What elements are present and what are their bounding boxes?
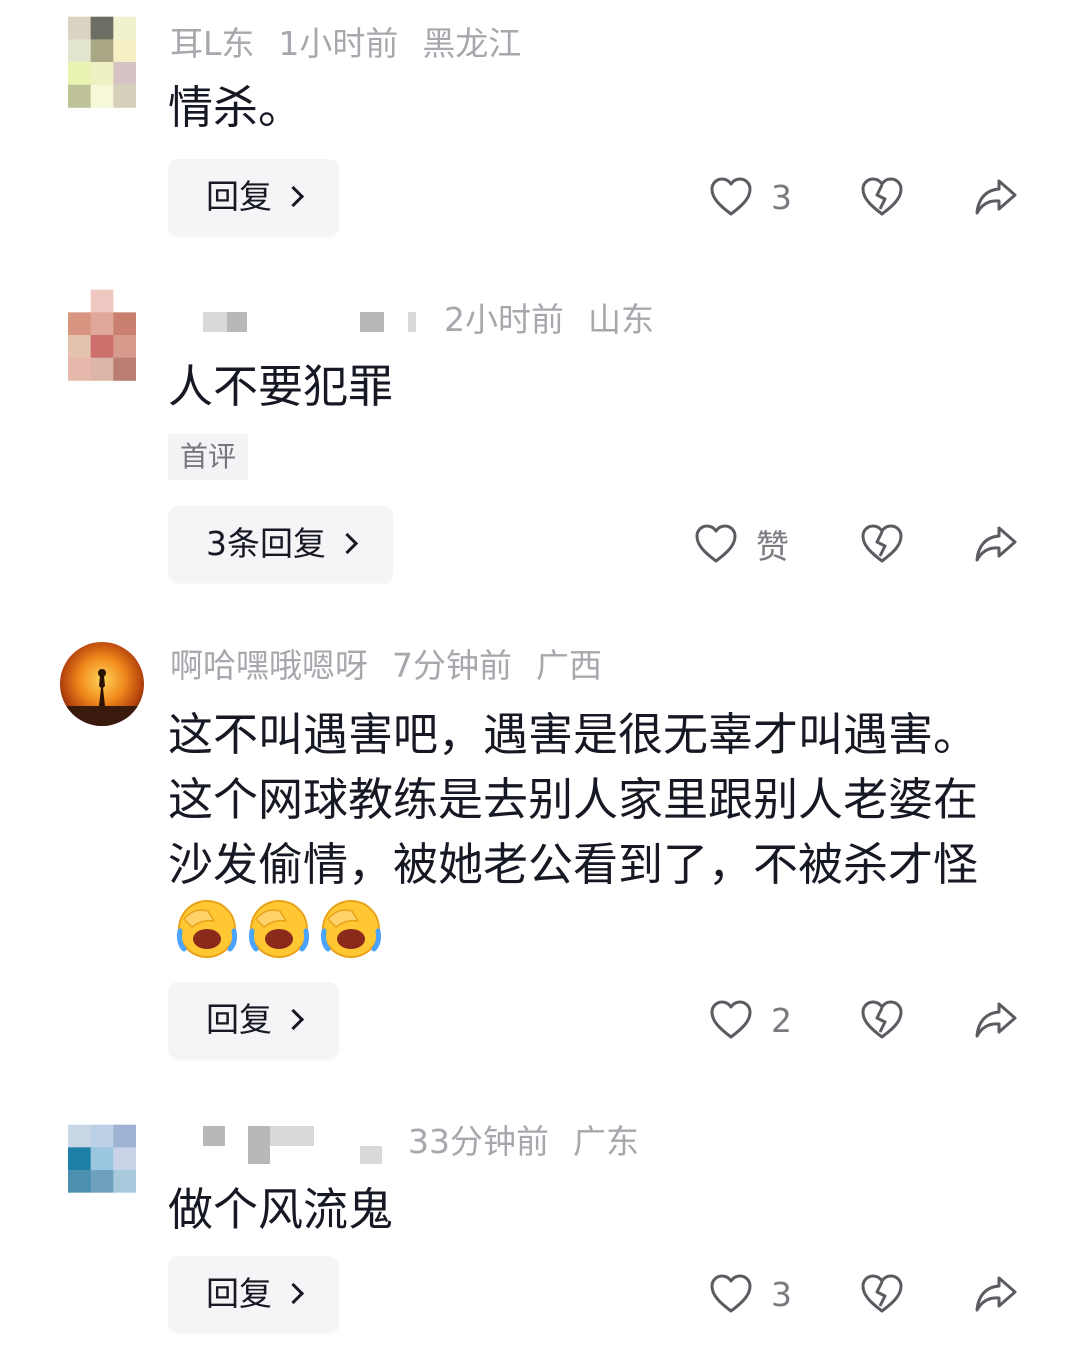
broken-heart-icon [861,1000,903,1039]
avatar-pixel [113,1192,137,1216]
avatar-pixel [68,335,92,359]
avatar-pixel [90,1124,114,1148]
avatar-pixel [68,289,92,313]
avatar-pixel [68,1170,92,1194]
avatar-pixel [68,357,92,381]
avatar-pixel [68,84,92,108]
avatar-pixel [113,289,137,313]
broken-heart-icon [861,524,903,563]
timestamp: 33分钟前 [408,1122,549,1161]
avatar-pixel [90,335,114,359]
avatar-pixel [90,357,114,381]
comment-meta: 啊哈嘿哦嗯呀 7分钟前 广西 [170,644,626,688]
avatar-pixel [113,84,137,108]
heart-icon [695,524,737,563]
like-count: 2 [771,1000,792,1040]
avatar-pixel [113,357,137,381]
avatar-pixel [113,335,137,359]
avatar-image [68,289,137,381]
avatar-pixel [113,1124,137,1148]
avatar[interactable] [60,642,144,726]
facepalm-laugh-icon [318,897,384,959]
comment-meta: 耳L东 1小时前 黑龙江 [170,22,545,66]
avatar[interactable] [68,16,137,108]
comment-item: 啊哈嘿哦嗯呀 7分钟前 广西 这不叫遇害吧，遇害是很无辜才叫遇害。这个网球教练是去别… [0,620,1080,1100]
share-arrow-icon [975,179,1017,215]
comment-text: 这不叫遇害吧，遇害是很无辜才叫遇害。这个网球教练是去别人家里跟别人老婆在沙发偷情… [168,702,998,964]
location: 广西 [536,646,602,685]
facepalm-laugh-icon [174,897,240,959]
like-count: 3 [771,1274,792,1314]
dislike-button[interactable] [860,159,904,235]
comment-text-content: 这不叫遇害吧，遇害是很无辜才叫遇害。这个网球教练是去别人家里跟别人老婆在沙发偷情… [168,708,979,891]
comment-meta: 33分钟前 广东 [408,1120,663,1164]
like-button[interactable]: 赞 [694,506,789,582]
avatar-pixel [90,1170,114,1194]
avatar-pixel [90,312,114,336]
avatar[interactable] [68,289,137,381]
location: 黑龙江 [422,24,522,63]
avatar-pixel [90,62,114,86]
avatar-image [68,16,137,108]
like-button[interactable]: 2 [709,982,792,1058]
avatar-pixel [90,39,114,63]
timestamp: 2小时前 [444,300,564,339]
username[interactable]: 耳L东 [170,24,254,63]
share-button[interactable] [973,506,1019,582]
comment-item: 耳L东 1小时前 黑龙江 情杀。 回复 3 [0,0,1080,260]
comment-item: 2小时前 山东 人不要犯罪 首评 3条回复 赞 [0,260,1080,620]
timestamp: 1小时前 [278,24,399,63]
dislike-button[interactable] [860,982,904,1058]
location: 广东 [573,1122,639,1161]
avatar-pixel [90,16,114,40]
share-arrow-icon [975,1276,1017,1312]
heart-icon [710,177,752,216]
first-comment-tag: 首评 [168,434,249,480]
heart-icon [710,1274,752,1313]
share-button[interactable] [973,159,1019,235]
avatar-pixel [68,16,92,40]
avatar-pixel [113,1147,137,1171]
avatar-pixel [113,312,137,336]
comment-text: 做个风流鬼 [168,1183,394,1236]
comment-item: 33分钟前 广东 做个风流鬼 回复 3 [0,1100,1080,1361]
avatar-pixel [68,1124,92,1148]
facepalm-laugh-icon [246,897,312,959]
broken-heart-icon [861,177,903,216]
avatar-pixel [68,1192,92,1216]
avatar-pixel [68,312,92,336]
dislike-button[interactable] [860,506,904,582]
heart-icon [710,1000,752,1039]
timestamp: 7分钟前 [392,646,512,685]
broken-heart-icon [861,1274,903,1313]
avatar-pixel [68,1147,92,1171]
avatar-image [68,1124,137,1216]
comment-text: 人不要犯罪 [168,360,394,413]
avatar[interactable] [68,1124,137,1216]
like-button[interactable]: 3 [709,1256,792,1332]
share-arrow-icon [975,526,1017,562]
share-button[interactable] [973,1256,1019,1332]
avatar-pixel [68,39,92,63]
like-count: 3 [771,177,792,217]
like-button[interactable]: 3 [709,159,792,235]
avatar-pixel [90,1147,114,1171]
avatar-pixel [113,1170,137,1194]
share-button[interactable] [973,982,1019,1058]
share-arrow-icon [975,1002,1017,1038]
location: 山东 [588,300,654,339]
avatar-pixel [90,1192,114,1216]
avatar-pixel [90,289,114,313]
avatar-image [60,642,144,726]
avatar-pixel [90,84,114,108]
comment-text: 情杀。 [168,81,304,134]
avatar-pixel [113,62,137,86]
comment-meta: 2小时前 山东 [444,298,678,342]
avatar-pixel [113,39,137,63]
avatar-pixel [68,62,92,86]
username[interactable]: 啊哈嘿哦嗯呀 [170,646,368,685]
like-label: 赞 [756,527,789,566]
dislike-button[interactable] [860,1256,904,1332]
avatar-pixel [113,16,137,40]
